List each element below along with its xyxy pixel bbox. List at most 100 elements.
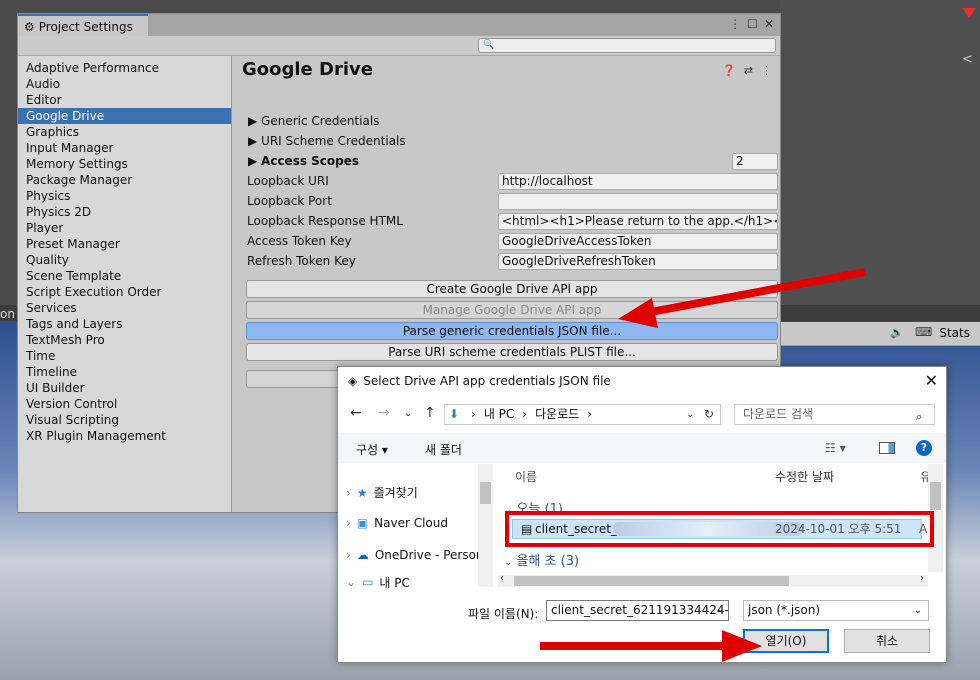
breadcrumb-my-pc[interactable]: 내 PC bbox=[484, 405, 514, 424]
more-menu-icon[interactable]: ⋮ bbox=[729, 17, 741, 31]
command-bar: 구성 ▾ 새 폴더 ☷ ▾ ? bbox=[338, 433, 946, 463]
filetype-select[interactable]: json (*.json) ⌄ bbox=[743, 600, 929, 621]
organize-button[interactable]: 구성 ▾ bbox=[356, 441, 388, 458]
mute-audio-icon[interactable]: 🔈 bbox=[890, 326, 904, 339]
more-menu-icon[interactable]: ⋮ bbox=[761, 64, 772, 77]
field-input[interactable] bbox=[498, 193, 778, 210]
field-label: Refresh Token Key bbox=[247, 254, 356, 268]
settings-search-input[interactable]: 🔍 bbox=[478, 38, 776, 53]
field-label: Access Token Key bbox=[247, 234, 352, 248]
address-dropdown-icon[interactable]: ⌄ bbox=[686, 409, 694, 420]
cancel-button[interactable]: 취소 bbox=[844, 629, 930, 653]
filename-label: 파일 이름(N): bbox=[468, 607, 539, 621]
panel-tab-label[interactable]: on bbox=[0, 307, 15, 321]
close-icon[interactable]: ✕ bbox=[925, 371, 938, 390]
navigation-bar: ← → ⌄ ↑ ⬇ › 내 PC › 다운로드 › ⌄ ↻ 다운로드 검색 ⌕ bbox=[338, 401, 946, 429]
sidebar-item-visual-scripting[interactable]: Visual Scripting bbox=[18, 412, 231, 428]
foldout-uri-scheme-credentials[interactable]: ▶ URI Scheme Credentials bbox=[248, 134, 406, 148]
tree-item-my-pc[interactable]: ⌄ ▭ 내 PC bbox=[346, 576, 410, 588]
sidebar-item-textmesh-pro[interactable]: TextMesh Pro bbox=[18, 332, 231, 348]
preset-icon[interactable]: ⇄ bbox=[744, 64, 753, 77]
tree-scrollbar[interactable] bbox=[478, 464, 493, 587]
maximize-icon[interactable]: ☐ bbox=[747, 17, 758, 31]
tab-project-settings[interactable]: ⚙ Project Settings bbox=[18, 14, 148, 37]
sidebar-item-scene-template[interactable]: Scene Template bbox=[18, 268, 231, 284]
file-list-hscrollbar[interactable]: ‹ › bbox=[498, 573, 928, 587]
breadcrumb-downloads[interactable]: 다운로드 bbox=[535, 405, 579, 424]
tree-item-onedrive[interactable]: › ☁ OneDrive - Person bbox=[346, 548, 484, 562]
sidebar-item-version-control[interactable]: Version Control bbox=[18, 396, 231, 412]
gear-icon: ⚙ bbox=[24, 19, 35, 34]
dialog-title: Select Drive API app credentials JSON fi… bbox=[363, 374, 611, 388]
sidebar-item-script-execution-order[interactable]: Script Execution Order bbox=[18, 284, 231, 300]
sidebar-item-quality[interactable]: Quality bbox=[18, 252, 231, 268]
annotation-arrow-bottom bbox=[540, 630, 762, 662]
sidebar-item-player[interactable]: Player bbox=[18, 220, 231, 236]
field-input[interactable]: GoogleDriveAccessToken bbox=[498, 233, 778, 250]
sidebar-item-ui-builder[interactable]: UI Builder bbox=[18, 380, 231, 396]
group-this-year[interactable]: ⌄ 올해 초 (3) bbox=[504, 550, 579, 569]
view-options-icon[interactable]: ☷ ▾ bbox=[825, 441, 846, 455]
parse-plist-button[interactable]: Parse URI scheme credentials PLIST file.… bbox=[246, 343, 778, 361]
field-input[interactable]: <html><h1>Please return to the app.</h1>… bbox=[498, 213, 778, 230]
field-label: Loopback Port bbox=[247, 194, 332, 208]
sidebar-item-memory-settings[interactable]: Memory Settings bbox=[18, 156, 231, 172]
close-icon[interactable]: ✕ bbox=[764, 17, 774, 31]
collab-icon[interactable] bbox=[962, 8, 976, 18]
column-header-name[interactable]: 이름 bbox=[515, 468, 537, 485]
annotation-highlight-box bbox=[505, 511, 934, 547]
sidebar-item-google-drive[interactable]: Google Drive bbox=[18, 108, 231, 124]
tree-item-favorites[interactable]: › ★ 즐겨찾기 bbox=[346, 484, 418, 501]
sidebar-item-physics-2d[interactable]: Physics 2D bbox=[18, 204, 231, 220]
sidebar-item-xr-plugin-management[interactable]: XR Plugin Management bbox=[18, 428, 231, 444]
stats-button[interactable]: Stats bbox=[939, 326, 970, 340]
folder-search-input[interactable]: 다운로드 검색 bbox=[734, 404, 935, 425]
sidebar-item-editor[interactable]: Editor bbox=[18, 92, 231, 108]
refresh-icon[interactable]: ↻ bbox=[704, 407, 714, 421]
onedrive-icon: ☁ bbox=[356, 548, 369, 562]
search-icon: ⌕ bbox=[916, 410, 923, 423]
sidebar-item-physics[interactable]: Physics bbox=[18, 188, 231, 204]
field-input[interactable]: http://localhost bbox=[498, 173, 778, 190]
sidebar-item-timeline[interactable]: Timeline bbox=[18, 364, 231, 380]
foldout-generic-credentials[interactable]: ▶ Generic Credentials bbox=[248, 114, 379, 128]
column-header-modified[interactable]: 수정한 날짜 bbox=[775, 468, 834, 485]
sidebar-item-services[interactable]: Services bbox=[18, 300, 231, 316]
access-scopes-size-field[interactable]: 2 bbox=[732, 153, 778, 170]
recent-locations-icon[interactable]: ⌄ bbox=[404, 408, 412, 419]
preview-pane-icon[interactable] bbox=[879, 442, 895, 454]
dialog-titlebar: ◈ Select Drive API app credentials JSON … bbox=[348, 374, 611, 388]
unity-icon: ◈ bbox=[348, 374, 358, 388]
computer-icon: ▭ bbox=[362, 576, 374, 588]
sidebar-item-package-manager[interactable]: Package Manager bbox=[18, 172, 231, 188]
cloud-folder-icon: ▣ bbox=[356, 516, 369, 530]
chevron-left-icon: < bbox=[962, 52, 973, 67]
address-bar[interactable]: ⬇ › 내 PC › 다운로드 › bbox=[444, 404, 721, 425]
sidebar-item-graphics[interactable]: Graphics bbox=[18, 124, 231, 140]
tree-item-naver-cloud[interactable]: › ▣ Naver Cloud bbox=[346, 516, 448, 530]
window-title: Project Settings bbox=[38, 19, 133, 34]
chevron-down-icon: ⌄ bbox=[913, 605, 922, 616]
forward-icon[interactable]: → bbox=[378, 405, 390, 421]
keyboard-icon[interactable]: ⌨ bbox=[915, 325, 932, 339]
help-icon[interactable]: ❓ bbox=[722, 64, 736, 77]
editor-background bbox=[780, 0, 980, 305]
filename-input[interactable]: client_secret_621191334424- bbox=[546, 600, 729, 621]
sidebar-item-input-manager[interactable]: Input Manager bbox=[18, 140, 231, 156]
field-label: Loopback Response HTML bbox=[247, 214, 403, 228]
download-folder-icon: ⬇ bbox=[449, 407, 460, 421]
help-icon[interactable]: ? bbox=[916, 440, 932, 456]
panel-header-icons: ❓ ⇄ ⋮ bbox=[722, 64, 772, 77]
sidebar-item-adaptive-performance[interactable]: Adaptive Performance bbox=[18, 60, 231, 76]
sidebar-item-tags-and-layers[interactable]: Tags and Layers bbox=[18, 316, 231, 332]
new-folder-button[interactable]: 새 폴더 bbox=[425, 441, 462, 458]
page-title: Google Drive bbox=[242, 59, 373, 80]
up-icon[interactable]: ↑ bbox=[424, 405, 436, 421]
sidebar-item-time[interactable]: Time bbox=[18, 348, 231, 364]
sidebar-item-audio[interactable]: Audio bbox=[18, 76, 231, 92]
back-icon[interactable]: ← bbox=[350, 405, 362, 421]
filename-dropdown-icon[interactable]: ⌄ bbox=[716, 604, 724, 615]
foldout-access-scopes[interactable]: ▶ Access Scopes bbox=[248, 154, 359, 168]
sidebar-item-preset-manager[interactable]: Preset Manager bbox=[18, 236, 231, 252]
window-controls: ⋮ ☐ ✕ bbox=[729, 17, 774, 31]
